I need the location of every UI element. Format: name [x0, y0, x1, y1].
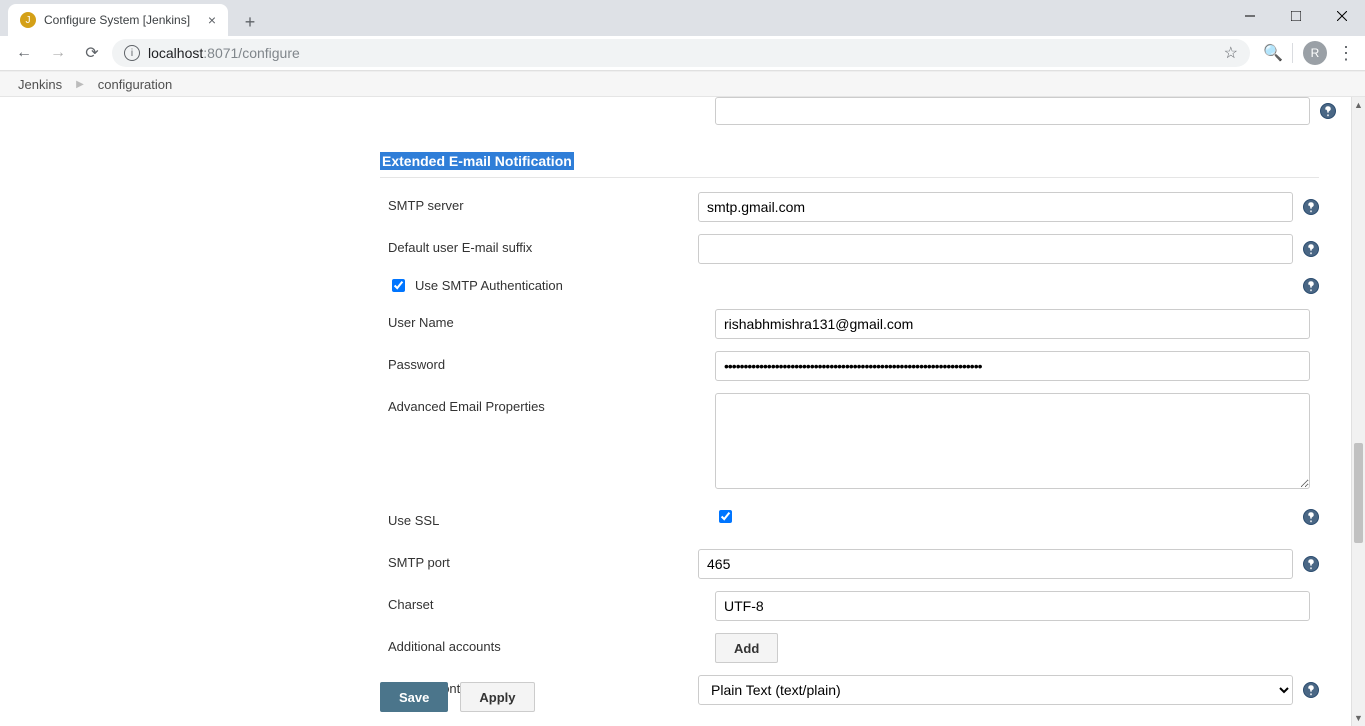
scroll-up-arrow-icon[interactable]: ▲: [1352, 97, 1365, 113]
close-tab-icon[interactable]: ×: [208, 12, 216, 28]
scroll-down-arrow-icon[interactable]: ▼: [1352, 710, 1365, 726]
charset-row: Charset: [380, 591, 1319, 621]
use-smtp-auth-row: Use SMTP Authentication: [380, 276, 1319, 295]
charset-input[interactable]: [715, 591, 1310, 621]
breadcrumb-current[interactable]: configuration: [98, 77, 172, 92]
add-account-button[interactable]: Add: [715, 633, 778, 663]
password-label: Password: [380, 351, 715, 372]
password-input[interactable]: [715, 351, 1310, 381]
use-ssl-checkbox[interactable]: [719, 510, 732, 523]
forward-button[interactable]: →: [44, 39, 72, 67]
help-icon[interactable]: [1303, 199, 1319, 215]
section-title: Extended E-mail Notification: [380, 153, 1319, 169]
browser-chrome: J Configure System [Jenkins] × + ← → ⟳ i…: [0, 0, 1365, 71]
help-icon[interactable]: [1303, 556, 1319, 572]
default-suffix-label: Default user E-mail suffix: [380, 234, 698, 255]
bottom-button-bar: Save Apply: [380, 682, 535, 712]
toolbar-right-icons: 🔍 R ⋮: [1256, 41, 1355, 65]
user-name-row: User Name: [380, 309, 1319, 339]
search-in-page-icon[interactable]: 🔍: [1264, 44, 1282, 62]
save-button[interactable]: Save: [380, 682, 448, 712]
help-icon[interactable]: [1320, 103, 1336, 119]
address-bar[interactable]: i localhost:8071/configure ☆: [112, 39, 1250, 67]
user-name-label: User Name: [380, 309, 715, 330]
use-smtp-auth-label: Use SMTP Authentication: [415, 278, 563, 293]
vertical-scrollbar[interactable]: ▲ ▼: [1351, 97, 1365, 726]
content: Extended E-mail Notification SMTP server…: [0, 97, 1351, 726]
scroll-track[interactable]: [1352, 113, 1365, 710]
breadcrumb-separator-icon: ▶: [76, 79, 84, 90]
apply-button[interactable]: Apply: [460, 682, 534, 712]
use-ssl-row: Use SSL: [380, 507, 1319, 537]
charset-label: Charset: [380, 591, 715, 612]
additional-accounts-row: Additional accounts Add: [380, 633, 1319, 663]
additional-accounts-label: Additional accounts: [380, 633, 715, 654]
help-icon[interactable]: [1303, 682, 1319, 698]
back-button[interactable]: ←: [10, 39, 38, 67]
window-controls: [1227, 0, 1365, 36]
page-viewport: Jenkins ▶ configuration Extended E-mail …: [0, 71, 1365, 726]
help-icon[interactable]: [1303, 509, 1319, 525]
password-row: Password: [380, 351, 1319, 381]
smtp-port-row: SMTP port: [380, 549, 1319, 579]
previous-field-row: [380, 97, 1319, 125]
default-suffix-row: Default user E-mail suffix: [380, 234, 1319, 264]
window-minimize-button[interactable]: [1227, 0, 1273, 32]
smtp-server-input[interactable]: [698, 192, 1293, 222]
smtp-port-label: SMTP port: [380, 549, 698, 570]
default-suffix-input[interactable]: [698, 234, 1293, 264]
breadcrumb-root[interactable]: Jenkins: [18, 77, 62, 92]
adv-email-props-label: Advanced Email Properties: [380, 393, 715, 414]
profile-avatar[interactable]: R: [1303, 41, 1327, 65]
use-smtp-auth-checkbox[interactable]: [392, 279, 405, 292]
default-content-type-select[interactable]: Plain Text (text/plain): [698, 675, 1293, 705]
previous-field-input[interactable]: [715, 97, 1310, 125]
site-info-icon[interactable]: i: [124, 45, 140, 61]
url-host: localhost: [148, 45, 203, 61]
use-ssl-label: Use SSL: [380, 507, 715, 528]
help-icon[interactable]: [1303, 278, 1319, 294]
browser-menu-icon[interactable]: ⋮: [1337, 43, 1355, 64]
adv-email-props-textarea[interactable]: [715, 393, 1310, 489]
tab-strip: J Configure System [Jenkins] × +: [0, 0, 1365, 36]
user-name-input[interactable]: [715, 309, 1310, 339]
browser-tab[interactable]: J Configure System [Jenkins] ×: [8, 4, 228, 36]
smtp-port-input[interactable]: [698, 549, 1293, 579]
tab-title: Configure System [Jenkins]: [44, 13, 190, 27]
window-close-button[interactable]: [1319, 0, 1365, 32]
help-icon[interactable]: [1303, 241, 1319, 257]
url-rest: :8071/configure: [203, 45, 300, 61]
breadcrumb: Jenkins ▶ configuration: [0, 71, 1365, 97]
browser-toolbar: ← → ⟳ i localhost:8071/configure ☆ 🔍 R ⋮: [0, 36, 1365, 71]
scroll-thumb[interactable]: [1354, 443, 1363, 543]
adv-email-props-row: Advanced Email Properties: [380, 393, 1319, 489]
bookmark-star-icon[interactable]: ☆: [1224, 43, 1238, 63]
new-tab-button[interactable]: +: [236, 8, 264, 36]
reload-button[interactable]: ⟳: [78, 39, 106, 67]
section-divider: [380, 177, 1319, 178]
jenkins-favicon: J: [20, 12, 36, 28]
toolbar-divider: [1292, 43, 1293, 63]
smtp-server-row: SMTP server: [380, 192, 1319, 222]
smtp-server-label: SMTP server: [380, 192, 698, 213]
window-maximize-button[interactable]: [1273, 0, 1319, 32]
